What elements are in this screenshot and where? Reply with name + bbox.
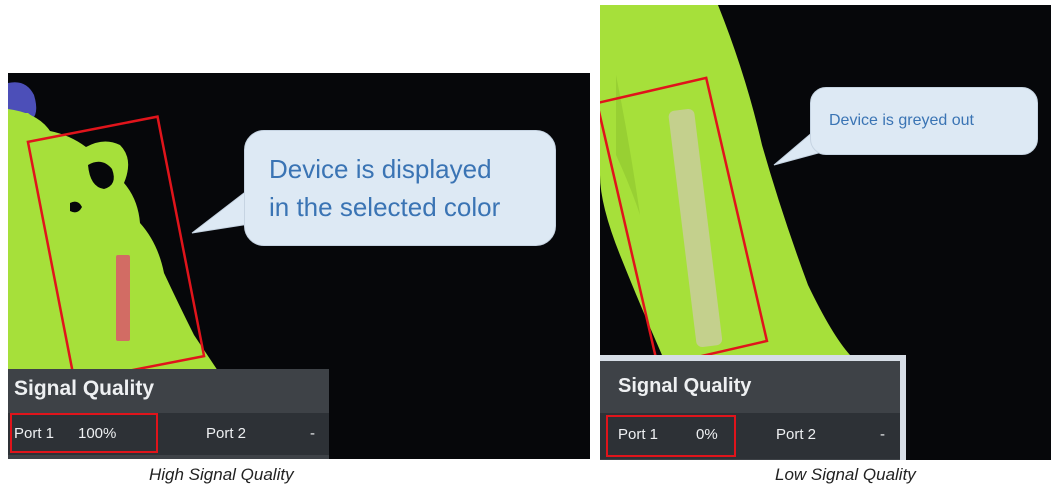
port-1-highlight-box xyxy=(606,415,736,457)
port-2-label: Port 2 xyxy=(776,426,817,443)
port-2-value: - xyxy=(310,425,315,442)
port-2-label: Port 2 xyxy=(206,425,247,442)
callout-displayed-selected-color: Device is displayed in the selected colo… xyxy=(244,130,556,246)
port-2-value: - xyxy=(880,426,885,443)
callout-text: Device is greyed out xyxy=(829,112,974,129)
low-signal-viewport: Device is greyed out Signal Quality Port… xyxy=(600,5,1051,460)
anatomy-mesh-low xyxy=(600,5,850,355)
signal-quality-title: Signal Quality xyxy=(618,375,752,397)
callout-line-2: in the selected color xyxy=(269,192,501,222)
caption-low-signal: Low Signal Quality xyxy=(775,465,916,484)
callout-line-1: Device is displayed xyxy=(269,154,492,184)
port-1-highlight-box xyxy=(10,413,158,453)
high-signal-viewport: Device is displayed in the selected colo… xyxy=(8,73,590,459)
callout-greyed-out: Device is greyed out xyxy=(810,87,1038,155)
signal-quality-title: Signal Quality xyxy=(14,377,155,400)
device-active xyxy=(116,255,130,341)
caption-high-signal: High Signal Quality xyxy=(149,465,294,484)
